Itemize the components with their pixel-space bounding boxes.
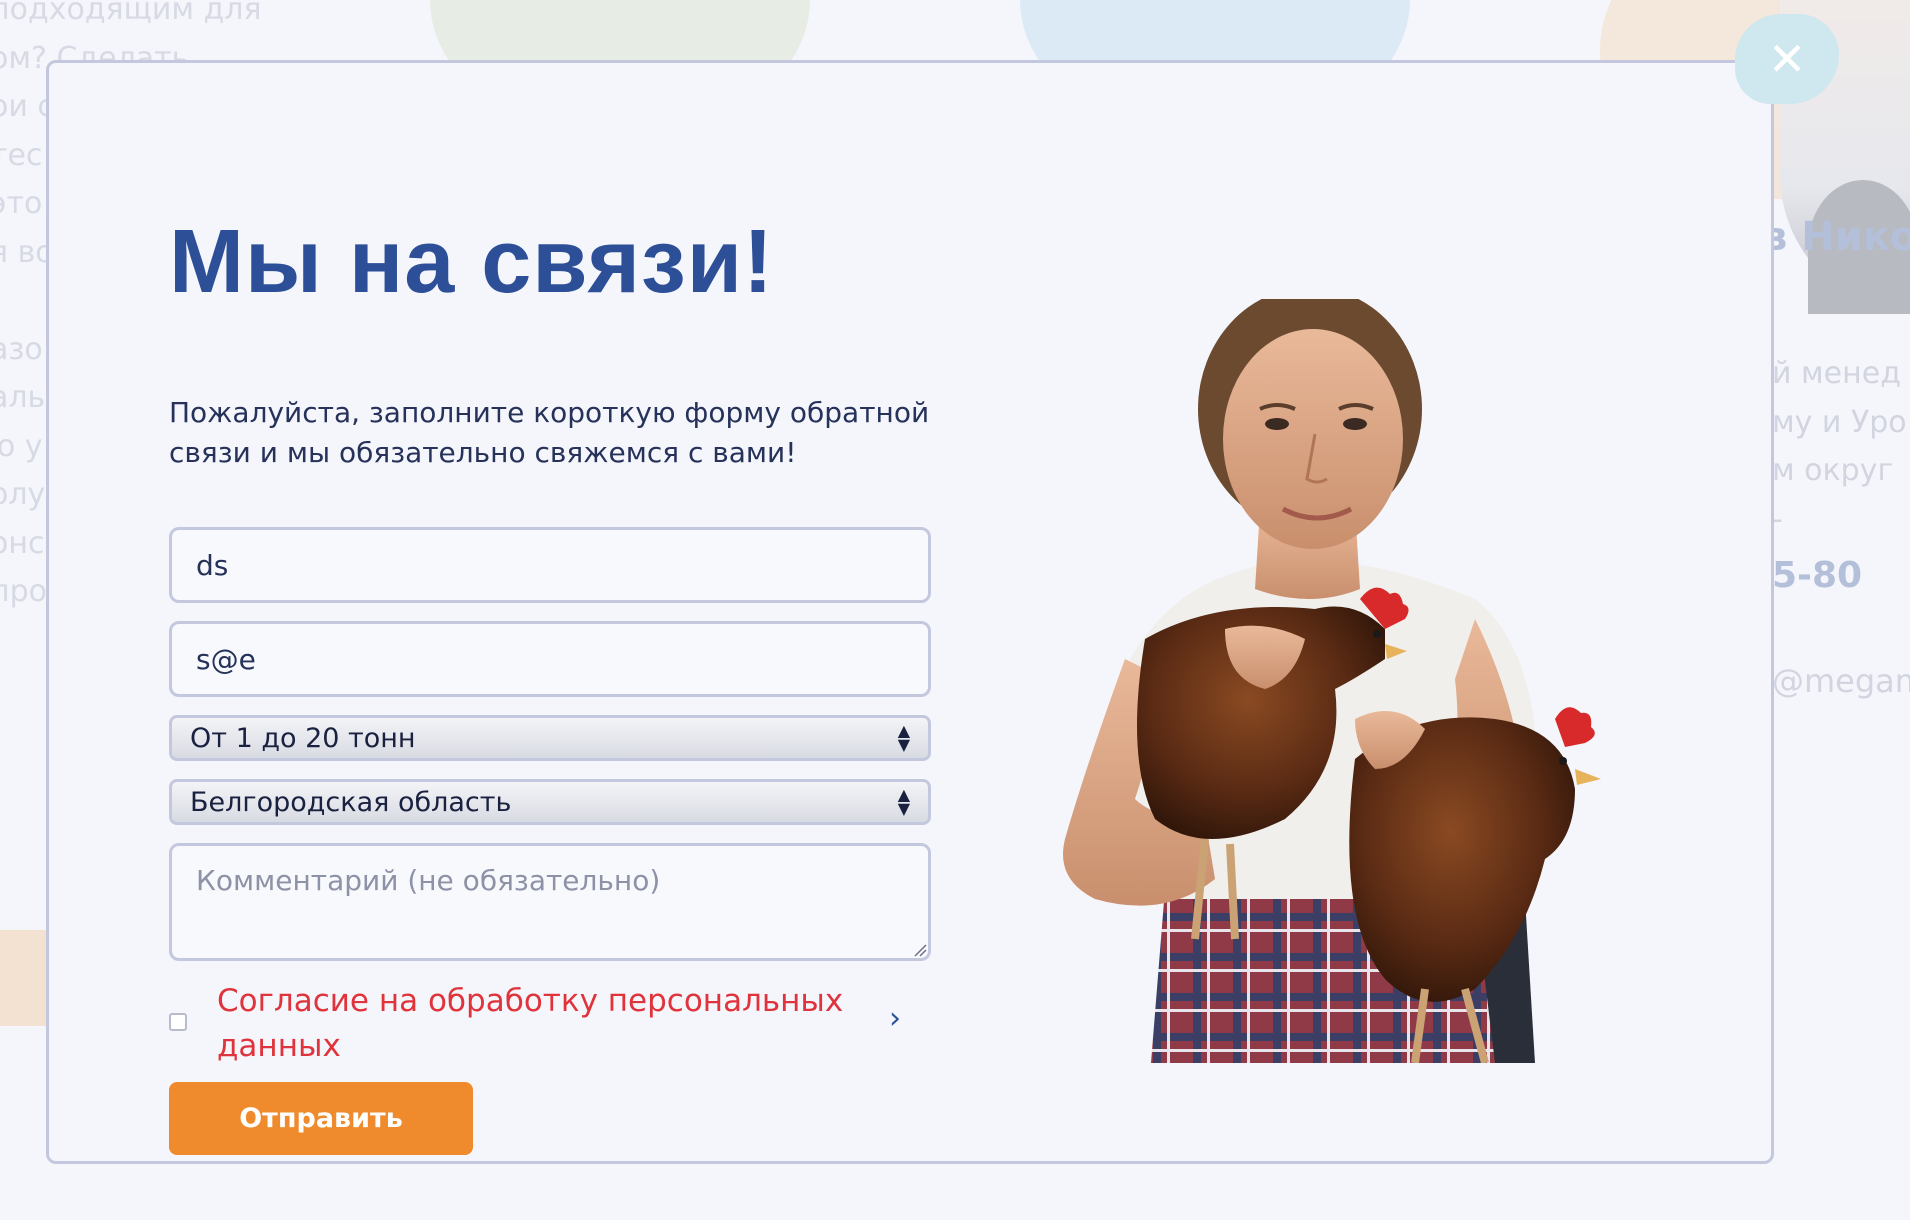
- consent-label[interactable]: Согласие на обработку персональных данны…: [217, 979, 877, 1069]
- contact-modal: Мы на связи! Пожалуйста, заполните корот…: [46, 60, 1774, 1164]
- close-button[interactable]: ✕: [1735, 14, 1839, 104]
- modal-subtitle: Пожалуйста, заполните короткую форму обр…: [169, 396, 930, 469]
- name-field[interactable]: [169, 527, 931, 603]
- chevron-right-icon[interactable]: ›: [889, 1001, 901, 1036]
- bg-manager-phone: 5-80: [1772, 555, 1863, 596]
- bg-right-line: м округ: [1772, 453, 1894, 488]
- modal-title: Мы на связи!: [169, 212, 774, 312]
- page: подходящим для ом? Сделать ои с тес это …: [0, 0, 1910, 1220]
- bg-right-text: й менед му и Уро м округ -: [1772, 350, 1907, 544]
- bg-orange-block: [0, 930, 46, 1026]
- bg-right-line: му и Уро: [1772, 404, 1907, 440]
- bg-right-line: й менед: [1772, 356, 1901, 391]
- woman-with-chickens-photo: [1063, 299, 1601, 1063]
- region-select-value: Белгородская область: [190, 786, 512, 818]
- bg-manager-name: в Нико: [1762, 214, 1910, 260]
- region-select[interactable]: Белгородская область ▲ ▼: [169, 779, 931, 825]
- bg-manager-email: @megam: [1772, 662, 1910, 700]
- select-arrows-icon: ▲ ▼: [897, 785, 910, 818]
- volume-select[interactable]: От 1 до 20 тонн ▲ ▼: [169, 715, 931, 761]
- submit-button[interactable]: Отправить: [169, 1082, 473, 1155]
- select-arrows-icon: ▲ ▼: [897, 721, 910, 754]
- close-icon: ✕: [1767, 32, 1807, 86]
- volume-select-value: От 1 до 20 тонн: [190, 722, 416, 754]
- bg-right-line: -: [1772, 501, 1783, 537]
- consent-checkbox[interactable]: [169, 1013, 187, 1031]
- resize-grip-icon[interactable]: [911, 941, 927, 957]
- comment-field[interactable]: [169, 843, 931, 961]
- bg-left-line: подходящим для: [0, 0, 262, 27]
- email-field[interactable]: [169, 621, 931, 697]
